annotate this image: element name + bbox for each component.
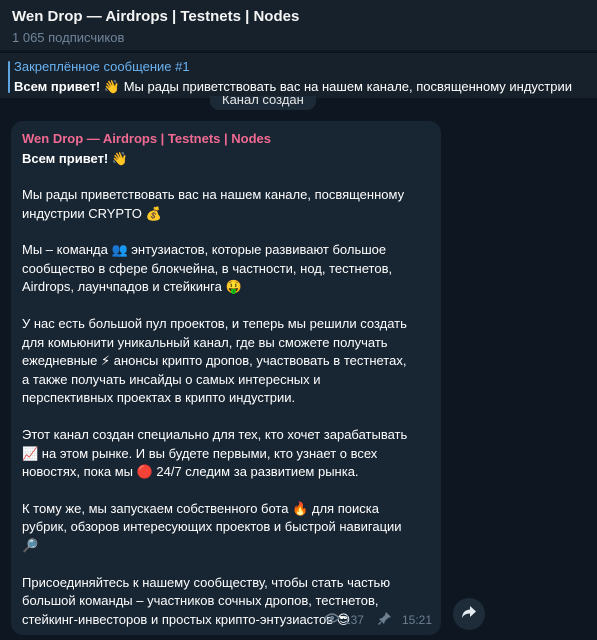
- message-line: рубрик, обзоров интересующих проектов и …: [22, 519, 402, 535]
- message-line: У нас есть большой пул проектов, и тепер…: [22, 315, 407, 331]
- channel-title: Wen Drop — Airdrops | Testnets | Nodes: [12, 8, 300, 25]
- message-line: Этот канал создан специально для тех, кт…: [22, 426, 408, 442]
- pinned-label: Закреплённое сообщение #1: [14, 59, 190, 74]
- message-line: большой команды – участников сочных дроп…: [22, 593, 379, 609]
- message-line: ежедневные ⚡ анонсы крипто дропов, участ…: [22, 353, 407, 369]
- message-line: 📈 на этом рынке. И вы будете первыми, кт…: [22, 445, 378, 461]
- service-message: Канал создан: [210, 96, 316, 110]
- view-count: 137: [343, 612, 364, 627]
- message-meta: 137 15:21: [324, 611, 432, 628]
- message-line: индустрии CRYPTO 💰: [22, 205, 162, 221]
- message-line: Мы рады приветствовать вас на нашем кана…: [22, 187, 405, 202]
- eye-icon: [324, 612, 340, 627]
- message-bubble[interactable]: Wen Drop — Airdrops | Testnets | Nodes В…: [11, 121, 441, 635]
- message-line: Мы – команда 👥 энтузиастов, которые разв…: [22, 242, 387, 258]
- message-line: перспективных проектах в крипто индустри…: [22, 390, 296, 406]
- message-line: а также получать инсайды о самых интерес…: [22, 371, 321, 387]
- pinned-preview: Всем привет! 👋 Мы рады приветствовать ва…: [14, 78, 587, 96]
- message-line: Присоединяйтесь к нашему сообществу, что…: [22, 574, 391, 590]
- pin-icon: [377, 611, 392, 628]
- share-button[interactable]: [453, 598, 485, 630]
- message-line: для комьюнити уникальный канал, где вы с…: [22, 334, 388, 350]
- subscriber-count: 1 065 подписчиков: [12, 30, 125, 45]
- message-line: Airdrops, лаунчпадов и стейкинга 🤑: [22, 279, 242, 295]
- share-icon: [461, 605, 477, 624]
- message-line: 🔎: [22, 537, 39, 553]
- message-line: сообщество в сфере блокчейна, в частност…: [22, 260, 393, 276]
- message-time: 15:21: [401, 612, 432, 627]
- pinned-preview-text: Мы рады приветствовать вас на нашем кана…: [120, 79, 572, 94]
- message-greeting: Всем привет! 👋: [22, 151, 129, 166]
- pinned-message-bar[interactable]: Закреплённое сообщение #1 Всем привет! 👋…: [0, 52, 597, 98]
- message-author[interactable]: Wen Drop — Airdrops | Testnets | Nodes: [22, 131, 431, 147]
- pinned-preview-bold: Всем привет! 👋: [14, 79, 121, 94]
- pinned-indicator: [8, 61, 10, 93]
- chat-header[interactable]: Wen Drop — Airdrops | Testnets | Nodes 1…: [0, 0, 597, 50]
- message-line: новостях, пока мы 🔴 24/7 следим за разви…: [22, 464, 359, 480]
- message-line: К тому же, мы запускаем собственного бот…: [22, 500, 379, 516]
